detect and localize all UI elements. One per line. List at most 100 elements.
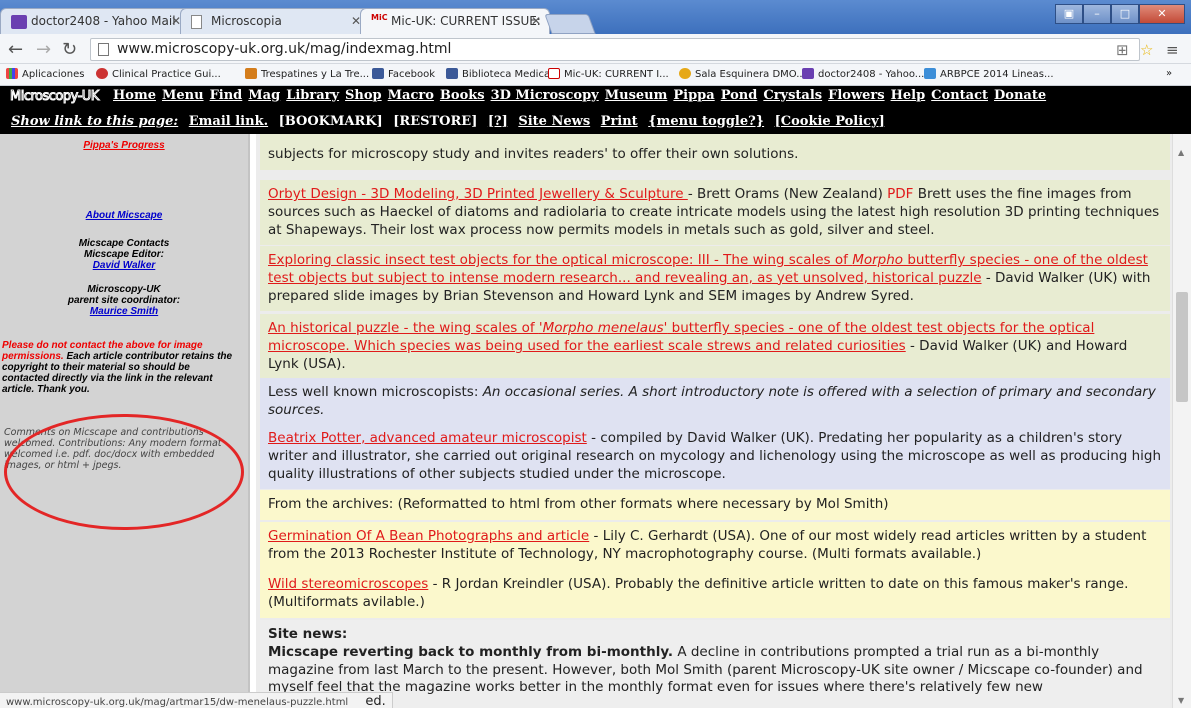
minimize-icon[interactable]: – [1083,4,1111,24]
tab-microscopia[interactable]: Microscopia ✕ [180,8,370,34]
micuk-icon: MiC [371,13,388,22]
nav-shop[interactable]: Shop [345,88,382,103]
bookmark-item[interactable]: Trespatines y La Tre... [245,68,369,80]
scroll-down-icon[interactable]: ▼ [1178,696,1184,705]
article-entry: Wild stereomicroscopes - R Jordan Kreind… [260,570,1170,618]
article-link-beatrix-potter[interactable]: Beatrix Potter, advanced amateur microsc… [268,430,587,446]
bookmark-icon [679,68,691,79]
bookmark-item[interactable]: doctor2408 - Yahoo... [802,68,924,80]
forward-icon[interactable]: → [36,39,51,60]
tab-mic-uk[interactable]: MiC Mic-UK: CURRENT ISSUE: ✕ [360,8,550,34]
main-content: subjects for microscopy study and invite… [256,134,1172,708]
window-controls: ▣ – □ ✕ [1055,4,1185,24]
facebook-icon [372,68,384,79]
bookmark-item[interactable]: Facebook [372,68,435,80]
maximize-icon[interactable]: □ [1111,4,1139,24]
secondary-nav-links: Show link to this page: Email link. [BOO… [11,114,891,129]
bookmark-icon [245,68,257,79]
back-icon[interactable]: ← [8,39,23,60]
bookmarks-overflow-icon[interactable]: » [1166,68,1172,79]
url-text: www.microscopy-uk.org.uk/mag/indexmag.ht… [117,41,452,57]
editor-label: Micscape Editor: [83,249,165,260]
nav-museum[interactable]: Museum [605,88,668,103]
address-toolbar: ← → ↻ www.microscopy-uk.org.uk/mag/index… [0,34,1191,64]
micuk-icon [548,68,560,79]
sidebar-link-pippas-progress[interactable]: Pippa's Progress [8,140,240,151]
url-input[interactable]: www.microscopy-uk.org.uk/mag/indexmag.ht… [90,38,1140,61]
article-entry: Orbyt Design - 3D Modeling, 3D Printed J… [260,180,1170,246]
nav-donate[interactable]: Donate [994,88,1046,103]
article-entry: Germination Of A Bean Photographs and ar… [260,522,1170,570]
nav-3d-microscopy[interactable]: 3D Microscopy [491,88,599,103]
pdf-link[interactable]: PDF [887,186,913,202]
status-url: www.microscopy-uk.org.uk/mag/artmar15/dw… [6,697,349,708]
nav-crystals[interactable]: Crystals [763,88,822,103]
article-link-orbyt[interactable]: Orbyt Design - 3D Modeling, 3D Printed J… [268,186,688,202]
nav-mag[interactable]: Mag [248,88,280,103]
nav-pippa[interactable]: Pippa [673,88,714,103]
mail-icon [11,15,27,29]
nav-help[interactable]: Help [891,88,926,103]
page-icon [98,43,109,56]
article-link-bean-germination[interactable]: Germination Of A Bean Photographs and ar… [268,528,589,544]
bookmark-item[interactable]: Clinical Practice Gui... [96,68,221,80]
bookmark-item[interactable]: Mic-UK: CURRENT I... [548,68,669,80]
site-news-headline: Micscape reverting back to monthly from … [268,643,674,660]
menu-icon[interactable]: ≡ [1166,41,1179,59]
reload-icon[interactable]: ↻ [62,39,77,60]
article-link-wild-stereomicroscopes[interactable]: Wild stereomicroscopes [268,576,428,592]
bookmark-icon [924,68,936,79]
bookmarks-bar: Aplicaciones Clinical Practice Gui... Tr… [0,64,1191,86]
tab-yahoo-mail[interactable]: doctor2408 - Yahoo Mail ✕ [0,8,190,34]
nav-pond[interactable]: Pond [721,88,758,103]
help-link[interactable]: [?] [488,114,508,129]
sidebar-link-about[interactable]: About Micscape [8,210,240,221]
tab-label: Mic-UK: CURRENT ISSUE: [391,14,541,28]
bookmark-icon [96,68,108,79]
scroll-up-icon[interactable]: ▲ [1178,148,1184,157]
show-link-label[interactable]: Show link to this page: [11,114,178,129]
site-news-link[interactable]: Site News [518,114,590,129]
apps-icon [6,68,18,79]
restore-link[interactable]: [RESTORE] [393,114,477,129]
translate-icon[interactable]: ⊞ [1116,41,1129,59]
nav-home[interactable]: Home [113,88,156,103]
restore-window-icon[interactable]: ▣ [1055,4,1083,24]
browser-tab-strip: doctor2408 - Yahoo Mail ✕ Microscopia ✕ … [0,0,1191,34]
email-link[interactable]: Email link. [189,114,268,129]
close-icon[interactable]: ✕ [531,14,541,28]
print-link[interactable]: Print [601,114,638,129]
main-nav-links: Home Menu Find Mag Library Shop Macro Books 3D M… [113,88,1052,103]
article-entry: subjects for microscopy study and invite… [260,134,1170,170]
tab-label: Microscopia [211,14,282,28]
new-tab-button[interactable] [544,14,596,34]
nav-library[interactable]: Library [286,88,339,103]
bookmark-item[interactable]: ARBPCE 2014 Lineas... [924,68,1054,80]
red-circle-annotation [4,414,244,530]
bookmark-item[interactable]: Biblioteca Medica [446,68,550,80]
contacts-heading: Micscape Contacts [78,238,170,249]
cookie-policy-link[interactable]: [Cookie Policy] [775,114,885,129]
menu-toggle-link[interactable]: {menu toggle?} [648,114,764,129]
nav-books[interactable]: Books [440,88,485,103]
nav-flowers[interactable]: Flowers [828,88,884,103]
archives-intro: From the archives: (Reformatted to html … [260,490,1170,520]
facebook-icon [446,68,458,79]
bookmark-apps[interactable]: Aplicaciones [6,68,84,80]
nav-find[interactable]: Find [210,88,243,103]
site-navigation: Microscopy-UK Home Menu Find Mag Library Shop… [0,86,1191,134]
nav-macro[interactable]: Macro [388,88,434,103]
vertical-scrollbar[interactable]: ▲ ▼ [1172,134,1191,708]
article-entry: An historical puzzle - the wing scales o… [260,314,1170,380]
close-window-icon[interactable]: ✕ [1139,4,1185,24]
bookmark-link[interactable]: [BOOKMARK] [279,114,383,129]
nav-contact[interactable]: Contact [931,88,988,103]
bookmark-item[interactable]: Sala Esquinera DMO... [679,68,806,80]
coordinator-link[interactable]: Maurice Smith [8,306,240,317]
article-entry: Exploring classic insect test objects fo… [260,246,1170,312]
scroll-thumb[interactable] [1176,292,1188,402]
star-icon[interactable]: ☆ [1140,41,1153,59]
status-bar: www.microscopy-uk.org.uk/mag/artmar15/dw… [0,692,393,709]
nav-menu[interactable]: Menu [162,88,204,103]
editor-link[interactable]: David Walker [8,260,240,271]
